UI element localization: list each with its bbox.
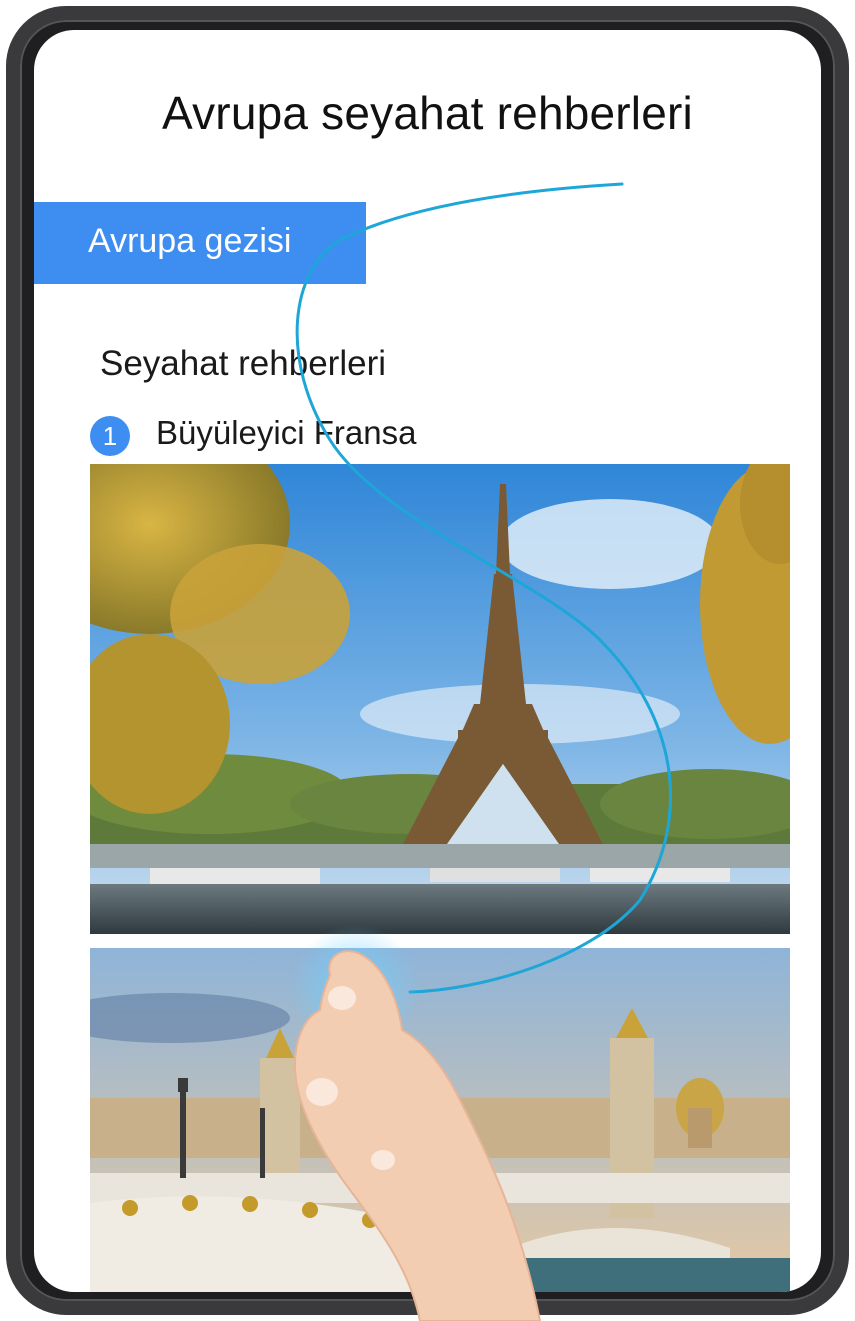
phone-screen: Avrupa seyahat rehberleri Avrupa gezisi …	[34, 30, 821, 1292]
eiffel-tower-photo	[90, 464, 790, 934]
bridge-photo	[90, 948, 790, 1292]
list-item-label: Büyüleyici Fransa	[156, 414, 417, 451]
number-badge: 1	[90, 416, 130, 456]
section-heading: Seyahat rehberleri	[100, 344, 386, 383]
category-banner-label: Avrupa gezisi	[88, 222, 292, 260]
category-banner[interactable]: Avrupa gezisi	[34, 202, 366, 284]
page-title: Avrupa seyahat rehberleri	[162, 87, 693, 139]
